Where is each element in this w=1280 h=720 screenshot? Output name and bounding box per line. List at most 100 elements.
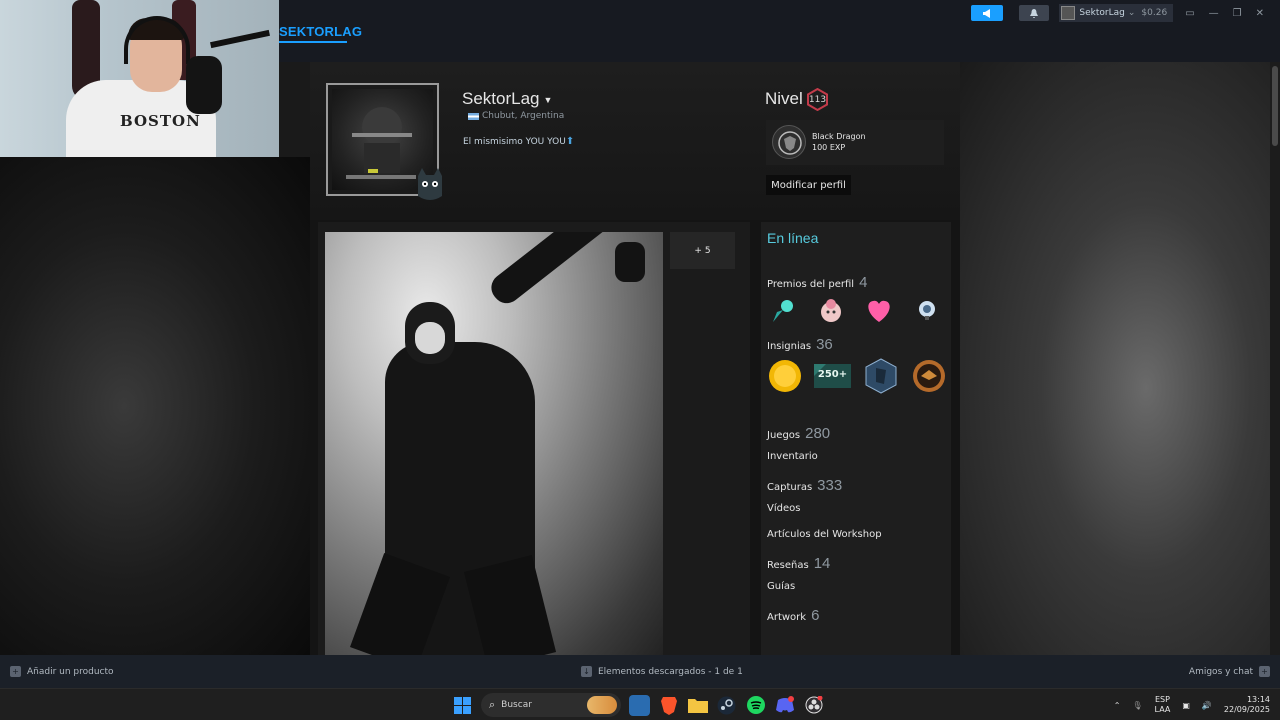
profile-link-label: Guías [767, 581, 796, 592]
bell-icon [1030, 8, 1039, 18]
profile-summary: El mismisimo YOU YOU⬆ [463, 136, 574, 147]
discord-app-icon[interactable] [774, 695, 795, 716]
volume-icon[interactable]: 🔊 [1202, 701, 1212, 710]
black-dragon-badge-icon [772, 125, 806, 159]
level-badge[interactable]: 113 [806, 87, 829, 112]
profile-link-item[interactable]: Inventario [767, 451, 818, 462]
system-clock[interactable]: 13:14 22/09/2025 [1224, 695, 1270, 715]
minimize-icon[interactable]: — [1209, 8, 1219, 19]
nav-underline [279, 41, 347, 43]
profile-link-label: Artículos del Workshop [767, 529, 882, 540]
profile-nav-title[interactable]: SEKTORLAG [279, 24, 362, 39]
award-item[interactable] [911, 294, 943, 326]
argentina-flag-icon [468, 112, 479, 120]
obs-app-icon[interactable] [803, 695, 824, 716]
profile-link-item[interactable]: Guías [767, 581, 795, 592]
windows-logo [454, 696, 471, 714]
award-item[interactable] [815, 294, 847, 326]
input-language[interactable]: ESP LAA [1155, 695, 1171, 715]
account-caret-icon: ⌄ [1127, 8, 1136, 18]
big-picture-icon[interactable]: ▭ [1185, 8, 1194, 19]
microphone [186, 56, 222, 114]
file-explorer-icon[interactable] [687, 695, 708, 716]
performer-hand [615, 242, 645, 282]
add-product-button[interactable]: + Añadir un producto [10, 666, 114, 677]
gold-coin-badge-icon [768, 359, 801, 392]
showcase-more-button[interactable]: + 5 [670, 232, 735, 269]
taskbar-apps: ⌕ Buscar [452, 693, 824, 717]
profile-link-label: Inventario [767, 451, 818, 462]
search-highlight-icon [587, 696, 617, 714]
profile-link-item[interactable]: Artículos del Workshop [767, 529, 882, 540]
showcase-artwork-image[interactable] [325, 232, 663, 655]
profile-location: Chubut, Argentina [468, 111, 564, 121]
profile-link-label: Juegos [767, 430, 801, 441]
award-item[interactable] [767, 294, 799, 326]
steam-app-icon[interactable] [716, 695, 737, 716]
profile-bg-left-top [279, 62, 310, 157]
caret-down-icon[interactable]: ▼ [544, 95, 553, 105]
friends-label: Amigos y chat [1188, 666, 1253, 677]
years-badge-text: 250+ [817, 369, 848, 380]
maximize-icon[interactable]: ❐ [1233, 8, 1242, 19]
avatar-cat-icon [418, 168, 442, 200]
profile-link-item[interactable]: Vídeos [767, 503, 800, 514]
tray-chevron-up-icon[interactable]: ⌃ [1114, 701, 1121, 710]
close-icon[interactable]: ✕ [1256, 8, 1264, 19]
badges-header[interactable]: Insignias 36 [767, 336, 833, 353]
profile-link-label: Capturas [767, 482, 813, 493]
profile-link-count: 14 [813, 555, 831, 572]
notifications-button[interactable] [1019, 5, 1050, 21]
profile-link-label: Vídeos [767, 503, 801, 514]
orb-award-icon [919, 301, 935, 320]
award-item[interactable] [863, 294, 895, 326]
profile-link-item[interactable]: Juegos 280 [767, 425, 830, 442]
spotify-logo-icon [746, 696, 765, 714]
microphone-icon[interactable]: 🎙 [1132, 701, 1142, 710]
network-icon[interactable]: ▣ [1182, 701, 1190, 710]
lang-layout: LAA [1154, 705, 1171, 714]
clock-time: 13:14 [1246, 695, 1270, 704]
profile-awards-header[interactable]: Premios del perfil 4 [767, 274, 867, 291]
system-tray: ⌃ 🎙 ESP LAA ▣ 🔊 13:14 22/09/2025 [1114, 693, 1270, 717]
downloads-label: Elementos descargados - 1 de 1 [598, 666, 743, 677]
brave-browser-icon[interactable] [658, 695, 679, 716]
heart-award-icon [868, 300, 890, 322]
location-text: Chubut, Argentina [482, 111, 565, 121]
scrollbar-thumb[interactable] [1272, 66, 1278, 146]
badge-item[interactable] [910, 357, 947, 394]
badge-item[interactable] [766, 357, 803, 394]
spotify-app-icon[interactable] [745, 695, 766, 716]
profile-link-item[interactable]: Capturas 333 [767, 477, 842, 494]
profile-link-count: 333 [817, 477, 843, 494]
wallet-balance: $0.26 [1141, 8, 1168, 18]
chat-icon: + [1259, 666, 1270, 677]
taskbar-search[interactable]: ⌕ Buscar [481, 693, 621, 717]
character-award-icon [821, 299, 841, 322]
comet-award-icon [773, 300, 793, 322]
account-menu[interactable]: SektorLag ⌄ $0.26 [1059, 4, 1174, 22]
topbar-right: SektorLag ⌄ $0.26 ▭ — ❐ ✕ [971, 4, 1280, 22]
clock-date: 22/09/2025 [1223, 705, 1270, 714]
announcements-button[interactable] [971, 5, 1004, 21]
profile-link-item[interactable]: Reseñas 14 [767, 555, 830, 572]
brave-lion-icon [660, 697, 677, 715]
friends-chat-button[interactable]: Amigos y chat + [1189, 666, 1270, 677]
photos-app-icon[interactable] [629, 694, 650, 716]
windows-start-icon[interactable] [452, 695, 473, 716]
dragon-emblem-icon [778, 131, 802, 155]
search-placeholder: Buscar [501, 700, 532, 710]
hex-crystal-badge-icon [865, 357, 896, 394]
badge-item[interactable] [862, 357, 899, 394]
profile-background-left [0, 157, 310, 655]
summary-text: El mismisimo YOU YOU [463, 137, 566, 147]
badge-item[interactable]: 250+ [814, 357, 851, 394]
page-scrollbar[interactable] [1270, 62, 1280, 655]
downloads-status[interactable]: ↓ Elementos descargados - 1 de 1 [581, 666, 743, 677]
account-avatar [1061, 6, 1076, 20]
window-controls: ▭ — ❐ ✕ [1185, 8, 1264, 19]
profile-link-count: 280 [805, 425, 831, 442]
profile-link-item[interactable]: Artwork 6 [767, 607, 819, 624]
edit-profile-button[interactable]: Modificar perfil [766, 175, 851, 195]
profile-name[interactable]: SektorLag ▼ [462, 89, 552, 109]
